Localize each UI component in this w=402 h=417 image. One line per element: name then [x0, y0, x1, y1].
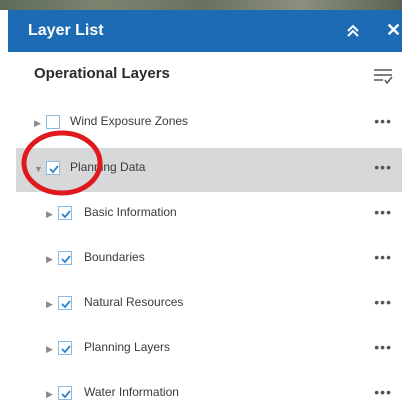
layer-label: Wind Exposure Zones — [70, 114, 189, 128]
layer-label: Basic Information — [84, 205, 177, 219]
layer-label: Natural Resources — [84, 295, 184, 309]
layer-checkbox[interactable] — [58, 296, 72, 310]
expand-caret-icon[interactable]: ▶ — [46, 253, 56, 265]
map-background-strip — [0, 0, 402, 10]
layer-row-natural-resources[interactable]: ▶ Natural Resources ••• — [8, 283, 402, 327]
expand-caret-icon[interactable]: ▶ — [46, 343, 56, 355]
more-options-icon[interactable]: ••• — [374, 385, 392, 399]
layer-row-water-information[interactable]: ▶ Water Information ••• — [8, 373, 402, 417]
layer-label: Boundaries — [84, 250, 145, 264]
filter-list-icon[interactable] — [372, 66, 394, 86]
expand-caret-icon[interactable]: ▶ — [46, 298, 56, 310]
operational-layers-title: Operational Layers — [34, 65, 170, 82]
more-options-icon[interactable]: ••• — [374, 205, 392, 219]
expand-caret-icon[interactable]: ▶ — [34, 117, 44, 129]
layer-row-wind-exposure-zones[interactable]: ▶ Wind Exposure Zones ••• — [8, 102, 402, 146]
expand-caret-icon[interactable]: ▶ — [46, 388, 56, 400]
layer-row-basic-information[interactable]: ▶ Basic Information ••• — [8, 193, 402, 237]
layer-row-planning-data[interactable]: ▼ Planning Data ••• — [16, 148, 402, 192]
layer-checkbox[interactable] — [58, 251, 72, 265]
layer-label: Planning Layers — [84, 340, 171, 354]
layer-row-boundaries[interactable]: ▶ Boundaries ••• — [8, 238, 402, 282]
layer-row-planning-layers[interactable]: ▶ Planning Layers ••• — [8, 328, 402, 372]
layer-label: Planning Data — [70, 160, 146, 174]
layer-checkbox[interactable] — [58, 341, 72, 355]
layer-checkbox[interactable] — [46, 161, 60, 175]
more-options-icon[interactable]: ••• — [374, 160, 392, 174]
more-options-icon[interactable]: ••• — [374, 340, 392, 354]
layer-list-panel: Operational Layers ▶ Wind Exposure Zones… — [8, 52, 402, 407]
layer-checkbox[interactable] — [58, 206, 72, 220]
more-options-icon[interactable]: ••• — [374, 295, 392, 309]
layer-list-header: Layer List ✕ — [8, 10, 402, 52]
expand-caret-icon[interactable]: ▶ — [46, 208, 56, 220]
double-chevron-up-icon[interactable] — [343, 21, 363, 41]
collapse-caret-icon[interactable]: ▼ — [34, 163, 44, 175]
more-options-icon[interactable]: ••• — [374, 114, 392, 128]
layer-checkbox[interactable] — [58, 386, 72, 400]
more-options-icon[interactable]: ••• — [374, 250, 392, 264]
widget-title: Layer List — [28, 22, 104, 39]
close-icon[interactable]: ✕ — [386, 18, 401, 42]
layer-label: Water Information — [84, 385, 179, 399]
layer-checkbox[interactable] — [46, 115, 60, 129]
